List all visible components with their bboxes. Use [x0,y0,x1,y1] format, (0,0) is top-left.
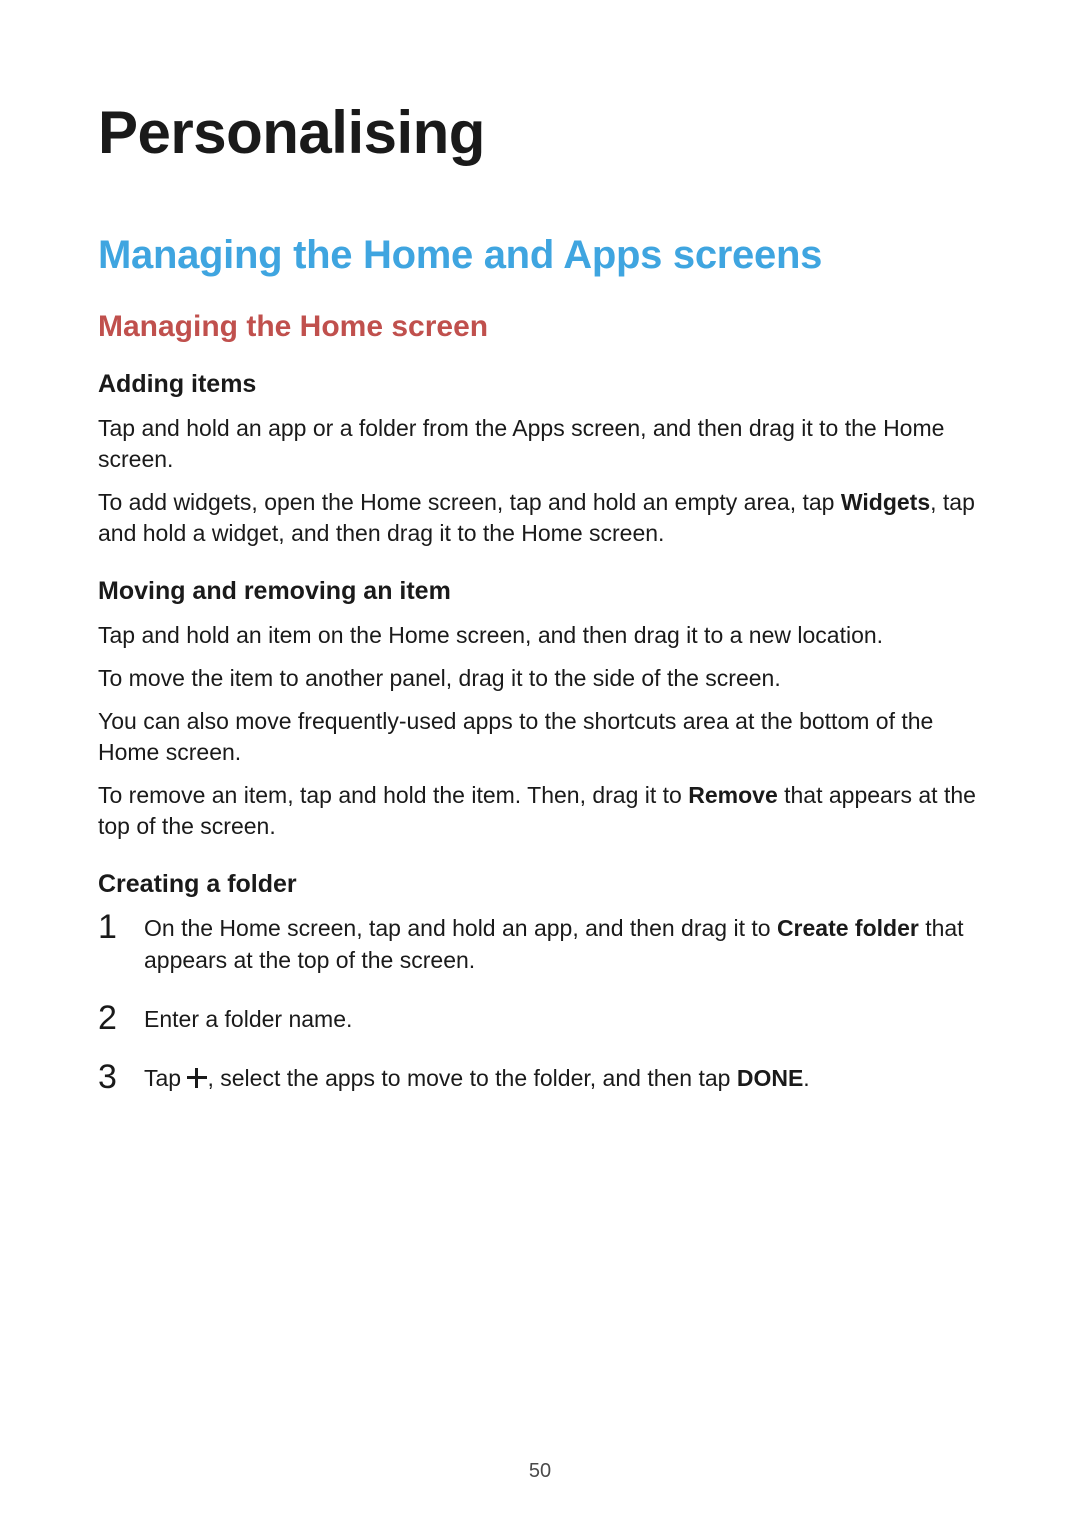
numbered-steps: 1 On the Home screen, tap and hold an ap… [98,913,982,1093]
text-fragment: . [803,1065,809,1091]
bold-widgets: Widgets [841,489,930,515]
document-page: Personalising Managing the Home and Apps… [0,0,1080,1527]
step-number: 1 [98,905,117,951]
chapter-title: Personalising [98,98,982,167]
step-number: 3 [98,1055,117,1101]
topic-title-moving-removing: Moving and removing an item [98,577,982,606]
step-number: 2 [98,996,117,1042]
bold-create-folder: Create folder [777,915,919,941]
text-fragment: Enter a folder name. [144,1006,352,1032]
body-text: To add widgets, open the Home screen, ta… [98,487,982,549]
topic-title-creating-folder: Creating a folder [98,870,982,899]
topic-title-adding-items: Adding items [98,370,982,399]
text-fragment: On the Home screen, tap and hold an app,… [144,915,777,941]
body-text: To remove an item, tap and hold the item… [98,780,982,842]
text-fragment: To add widgets, open the Home screen, ta… [98,489,841,515]
plus-icon [187,1068,207,1088]
page-number: 50 [0,1460,1080,1483]
body-text: Tap and hold an app or a folder from the… [98,413,982,475]
body-text: To move the item to another panel, drag … [98,663,982,694]
body-text: Tap and hold an item on the Home screen,… [98,620,982,651]
text-fragment: , select the apps to move to the folder,… [207,1065,736,1091]
step-item: 3 Tap , select the apps to move to the f… [98,1063,982,1094]
text-fragment: Tap [144,1065,187,1091]
bold-remove: Remove [688,782,777,808]
step-item: 2 Enter a folder name. [98,1004,982,1035]
step-item: 1 On the Home screen, tap and hold an ap… [98,913,982,975]
body-text: You can also move frequently-used apps t… [98,706,982,768]
section-title: Managing the Home and Apps screens [98,233,982,278]
text-fragment: To remove an item, tap and hold the item… [98,782,688,808]
bold-done: DONE [737,1065,803,1091]
subsection-title: Managing the Home screen [98,310,982,344]
